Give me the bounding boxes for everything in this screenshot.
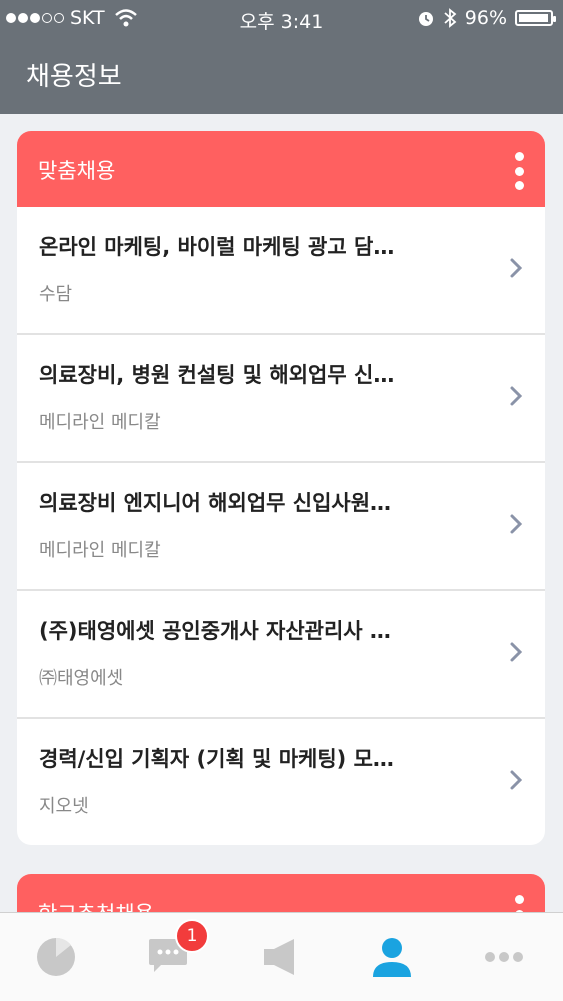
custom-jobs-card: 맞춤채용 온라인 마케팅, 바이럴 마케팅 광고 담… 수담 의료장비, 병원 … <box>17 131 545 845</box>
chevron-right-icon <box>510 514 523 534</box>
battery-percent: 96% <box>464 7 507 29</box>
pie-chart-icon <box>37 937 75 976</box>
company-name: 지오넷 <box>39 796 89 817</box>
company-name: 메디라인 메디칼 <box>39 540 161 561</box>
company-name: 메디라인 메디칼 <box>39 412 161 433</box>
chevron-right-icon <box>510 770 523 790</box>
tab-announcements[interactable] <box>224 913 336 1001</box>
more-options-icon[interactable] <box>513 152 525 190</box>
chevron-right-icon <box>510 642 523 662</box>
tab-profile[interactable] <box>336 913 448 1001</box>
job-title: 의료장비 엔지니어 해외업무 신입사원… <box>39 491 392 515</box>
megaphone-icon <box>264 939 294 975</box>
chevron-right-icon <box>510 258 523 278</box>
person-icon <box>373 938 411 977</box>
tab-more[interactable] <box>448 913 560 1001</box>
job-title: 온라인 마케팅, 바이럴 마케팅 광고 담… <box>39 235 395 259</box>
app-header: SKT 오후 3:41 96% 채용정보 <box>0 0 563 114</box>
job-title: (주)태영에셋 공인중개사 자산관리사 … <box>39 619 391 643</box>
card-title: 맞춤채용 <box>38 159 116 183</box>
job-list-item[interactable]: 의료장비 엔지니어 해외업무 신입사원… 메디라인 메디칼 <box>17 463 545 591</box>
bluetooth-icon <box>444 8 457 28</box>
job-title: 경력/신입 기획자 (기획 및 마케팅) 모… <box>39 747 394 771</box>
tab-messages[interactable]: 1 <box>112 913 224 1001</box>
alarm-clock-icon <box>418 12 433 26</box>
battery-icon <box>515 10 556 26</box>
job-list-item[interactable]: 경력/신입 기획자 (기획 및 마케팅) 모… 지오넷 <box>17 719 545 845</box>
notification-badge: 1 <box>175 919 209 953</box>
company-name: ㈜태영에셋 <box>39 668 124 689</box>
card-header: 맞춤채용 <box>17 131 545 207</box>
tab-stats[interactable] <box>0 913 112 1001</box>
page-title: 채용정보 <box>26 62 122 92</box>
job-title: 의료장비, 병원 컨설팅 및 해외업무 신… <box>39 363 395 387</box>
company-name: 수담 <box>39 284 73 305</box>
chevron-right-icon <box>510 386 523 406</box>
status-bar: SKT 오후 3:41 96% <box>0 0 563 38</box>
job-list-item[interactable]: (주)태영에셋 공인중개사 자산관리사 … ㈜태영에셋 <box>17 591 545 719</box>
bottom-tab-bar: 1 <box>0 912 563 1001</box>
job-list-item[interactable]: 온라인 마케팅, 바이럴 마케팅 광고 담… 수담 <box>17 207 545 335</box>
more-icon <box>485 952 523 962</box>
job-list-item[interactable]: 의료장비, 병원 컨설팅 및 해외업무 신… 메디라인 메디칼 <box>17 335 545 463</box>
